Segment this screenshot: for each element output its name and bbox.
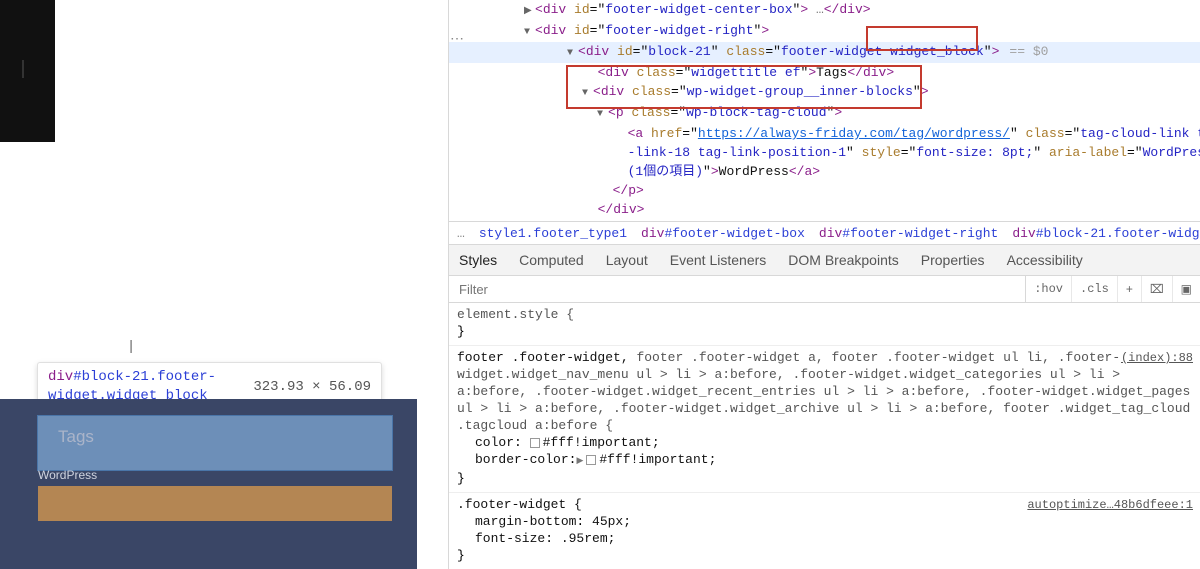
dom-tree[interactable]: ▶<div id="footer-widget-center-box"> …</… xyxy=(449,0,1200,221)
styles-pane[interactable]: element.style { } (index):88 footer .foo… xyxy=(449,303,1200,569)
styles-tabs: Styles Computed Layout Event Listeners D… xyxy=(449,245,1200,276)
breadcrumb[interactable]: … style1.footer_type1 div#footer-widget-… xyxy=(449,221,1200,245)
style-rule[interactable]: (index):88 footer .footer-widget, footer… xyxy=(449,346,1200,493)
dom-node-cont: (1個の項目)">WordPress</a> xyxy=(449,162,1200,181)
crumb-item[interactable]: div#block-21.footer-widget.widget_block xyxy=(1012,226,1200,241)
tab-layout[interactable]: Layout xyxy=(606,252,648,268)
dom-node[interactable]: ▶<div id="footer-widget-center-box"> …</… xyxy=(449,0,1200,21)
filter-input[interactable] xyxy=(449,282,1025,297)
ellipsis-icon[interactable]: ⋯ xyxy=(450,31,464,50)
resize-handle[interactable]: || xyxy=(129,337,130,353)
tooltip-id: #block-21 xyxy=(73,369,149,385)
tag-margin-highlight xyxy=(38,486,392,521)
crumb-item[interactable]: div#footer-widget-box xyxy=(641,226,805,241)
tags-heading: Tags xyxy=(58,427,94,447)
filter-bar: :hov .cls + ⌧ ▣ xyxy=(449,276,1200,303)
crumb-item[interactable]: div#footer-widget-right xyxy=(819,226,998,241)
panel-toggle-icon[interactable]: ▣ xyxy=(1173,276,1200,302)
tab-event-listeners[interactable]: Event Listeners xyxy=(670,252,767,268)
css-prop[interactable]: margin-bottom: 45px; xyxy=(457,513,1193,530)
crumb-item[interactable]: style1.footer_type1 xyxy=(479,226,627,241)
style-rule[interactable]: element.style { } xyxy=(449,303,1200,346)
source-link[interactable]: autoptimize…48b6dfeee:1 xyxy=(1027,497,1193,514)
new-rule-button[interactable]: + xyxy=(1118,276,1142,302)
style-rule[interactable]: autoptimize…48b6dfeee:1 .footer-widget {… xyxy=(449,493,1200,569)
tooltip-tag: div xyxy=(48,369,73,385)
color-swatch-icon[interactable] xyxy=(586,455,596,465)
css-prop[interactable]: border-color:▶#fff!important; xyxy=(457,451,1193,470)
css-prop[interactable]: font-size: .95rem; xyxy=(457,530,1193,547)
crumb-more[interactable]: … xyxy=(457,226,465,241)
dom-node[interactable]: ▼<div id="footer-widget-right"> xyxy=(449,21,1200,42)
page-preview-thumb xyxy=(0,0,55,142)
css-prop[interactable]: color: #fff!important; xyxy=(457,434,1193,451)
dom-node-selected[interactable]: ▼<div id="block-21" class="footer-widget… xyxy=(449,42,1200,63)
annotation-box xyxy=(566,65,922,109)
tab-styles[interactable]: Styles xyxy=(459,252,497,268)
tab-dom-breakpoints[interactable]: DOM Breakpoints xyxy=(788,252,898,268)
tab-computed[interactable]: Computed xyxy=(519,252,584,268)
tooltip-dims: 323.93 × 56.09 xyxy=(243,379,371,395)
dom-node[interactable]: <a href="https://always-friday.com/tag/w… xyxy=(449,124,1200,143)
annotation-box xyxy=(866,26,978,51)
tab-accessibility[interactable]: Accessibility xyxy=(1007,252,1083,268)
tab-properties[interactable]: Properties xyxy=(921,252,985,268)
tag-link-text[interactable]: WordPress xyxy=(38,468,97,482)
dom-close: </p> xyxy=(449,181,1200,200)
source-link[interactable]: (index):88 xyxy=(1121,350,1193,367)
dom-node-cont: -link-18 tag-link-position-1" style="fon… xyxy=(449,143,1200,162)
hov-button[interactable]: :hov xyxy=(1026,276,1072,302)
cls-button[interactable]: .cls xyxy=(1072,276,1118,302)
dom-close: </div> xyxy=(449,200,1200,219)
device-icon[interactable]: ⌧ xyxy=(1142,276,1173,302)
color-swatch-icon[interactable] xyxy=(530,438,540,448)
